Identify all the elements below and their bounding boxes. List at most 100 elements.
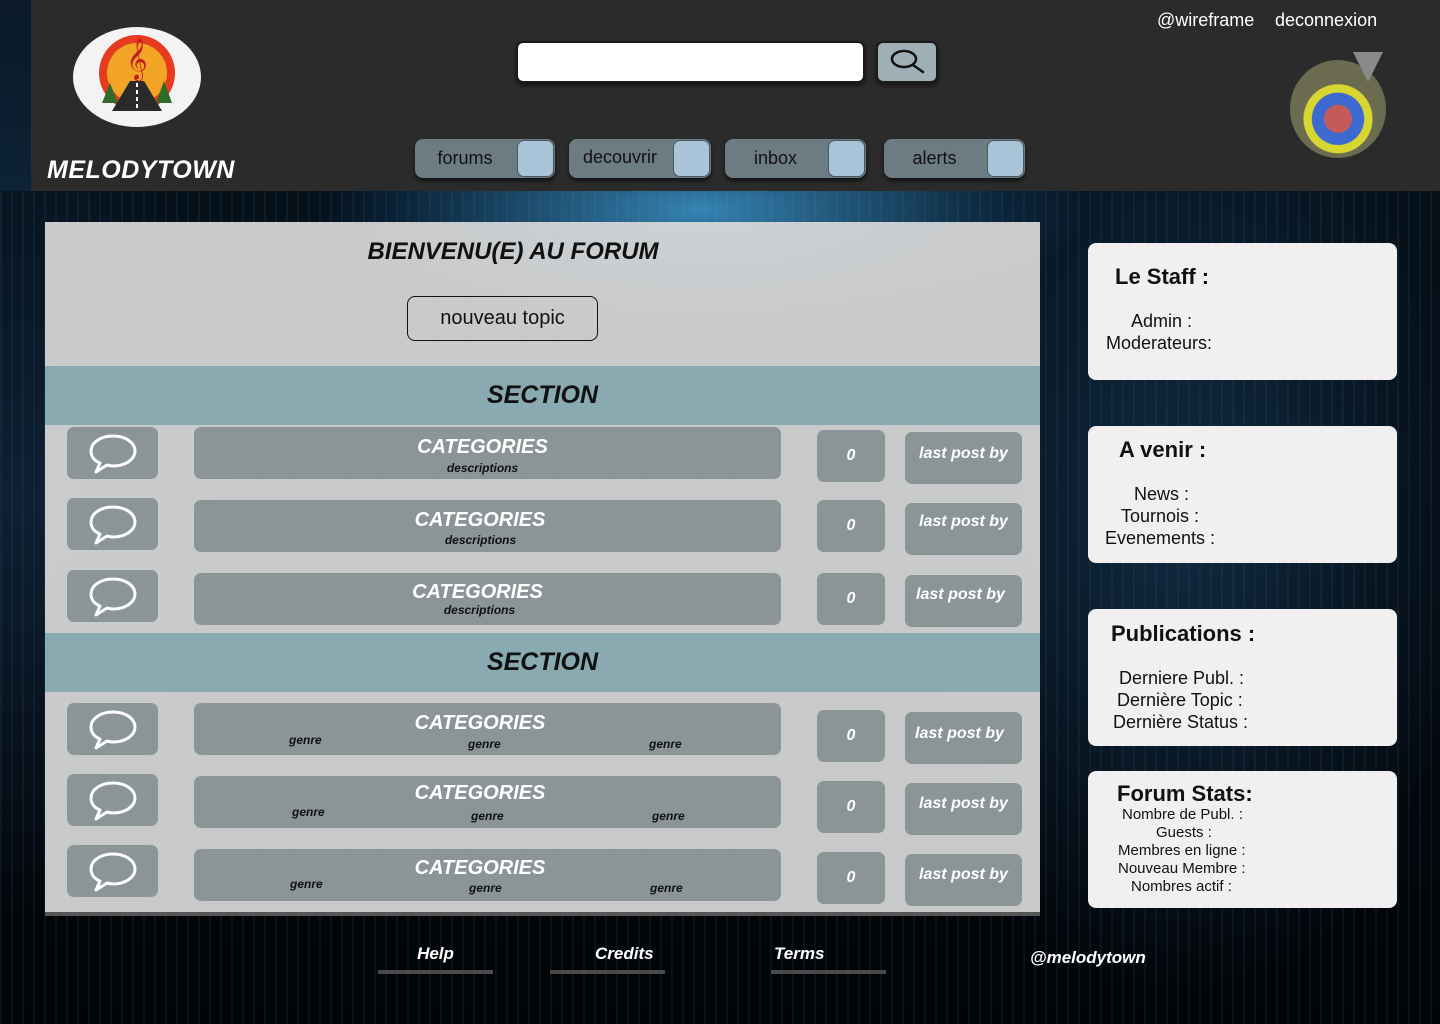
nav-tab-forums[interactable]: forums	[415, 139, 555, 178]
category-title: CATEGORIES	[414, 712, 546, 734]
forum-panel: BIENVENU(E) AU FORUM nouveau topic SECTI…	[45, 222, 1040, 916]
category-description: descriptions	[446, 461, 519, 475]
genre-tag: genre	[469, 881, 502, 895]
speech-bubble-icon	[89, 505, 136, 545]
row-icon-button[interactable]	[67, 427, 158, 479]
nav-tab-label: alerts	[912, 148, 957, 168]
last-post-tile[interactable]: last post by	[905, 503, 1022, 555]
nav-tab-label: inbox	[753, 148, 798, 168]
category-tile[interactable]: CATEGORIES genre genre genre	[194, 776, 781, 828]
card-title: Publications :	[1111, 621, 1256, 646]
row-icon-button[interactable]	[67, 498, 158, 550]
panel-bottom-border	[45, 912, 1040, 916]
username-link[interactable]: @wireframe	[1157, 10, 1254, 31]
search-button[interactable]	[876, 41, 938, 83]
music-road-logo: 𝄞	[99, 35, 175, 111]
forum-row: CATEGORIES descriptions 0 last post by	[45, 498, 1040, 555]
upcoming-card: A venir : News : Tournois : Evenements :	[1088, 426, 1397, 563]
forum-row: CATEGORIES genre genre genre 0 last post…	[45, 774, 1040, 835]
card-title: Le Staff :	[1115, 264, 1210, 289]
speech-bubble-icon	[89, 434, 136, 474]
last-post-tile[interactable]: last post by	[905, 783, 1022, 835]
last-post-tile[interactable]: last post by	[905, 432, 1022, 484]
nav-tab-decouvrir[interactable]: decouvrir	[569, 139, 711, 178]
search-input[interactable]	[516, 41, 865, 83]
card-line: Guests :	[1156, 824, 1212, 841]
post-count: 0	[817, 710, 885, 762]
category-description: descriptions	[444, 533, 517, 547]
row-icon-button[interactable]	[67, 570, 158, 622]
speech-bubble-icon	[89, 710, 136, 750]
last-post-tile[interactable]: last post by	[905, 854, 1022, 906]
post-count: 0	[817, 500, 885, 552]
category-tile[interactable]: CATEGORIES descriptions	[194, 573, 781, 625]
category-title: CATEGORIES	[417, 436, 548, 458]
card-title: A venir :	[1119, 437, 1207, 462]
genre-tag: genre	[292, 805, 325, 819]
genre-tag: genre	[652, 809, 685, 823]
last-post-tile[interactable]: last post by	[905, 712, 1022, 764]
genre-tag: genre	[650, 881, 683, 895]
card-line: Evenements :	[1105, 528, 1216, 548]
category-title: CATEGORIES	[414, 509, 546, 531]
post-count: 0	[817, 852, 885, 904]
footer-link-help[interactable]: Help	[378, 944, 493, 974]
avatar-dropdown-icon[interactable]	[1353, 52, 1383, 82]
card-line: Admin :	[1131, 311, 1193, 331]
nav-tab-label: decouvrir	[582, 147, 658, 167]
card-line: Nombre de Publ. :	[1122, 806, 1243, 823]
post-count: 0	[817, 781, 885, 833]
category-tile[interactable]: CATEGORIES genre genre genre	[194, 849, 781, 901]
speech-bubble-icon	[89, 781, 136, 821]
genre-tag: genre	[290, 877, 323, 891]
card-line: Dernière Topic :	[1117, 690, 1243, 710]
category-title: CATEGORIES	[414, 782, 546, 804]
post-count: 0	[817, 430, 885, 482]
logout-link[interactable]: deconnexion	[1275, 10, 1377, 31]
footer-link-terms[interactable]: Terms	[771, 944, 886, 974]
nav-tab-alerts[interactable]: alerts	[884, 139, 1025, 178]
row-icon-button[interactable]	[67, 774, 158, 826]
card-line: Derniere Publ. :	[1119, 668, 1245, 688]
genre-tag: genre	[471, 809, 504, 823]
forum-row: CATEGORIES descriptions 0 last post by	[45, 427, 1040, 484]
new-topic-button[interactable]: nouveau topic	[407, 296, 598, 341]
category-tile[interactable]: CATEGORIES descriptions	[194, 500, 781, 552]
site-logo[interactable]: 𝄞	[73, 27, 201, 127]
category-title: CATEGORIES	[414, 857, 546, 879]
row-icon-button[interactable]	[67, 845, 158, 897]
card-line: Tournois :	[1121, 506, 1200, 526]
nav-tab-inbox[interactable]: inbox	[725, 139, 866, 178]
brand-name: MELODYTOWN	[47, 156, 235, 184]
forum-row: CATEGORIES genre genre genre 0 last post…	[45, 845, 1040, 906]
genre-tag: genre	[289, 733, 322, 747]
row-icon-button[interactable]	[67, 703, 158, 755]
magnifier-icon	[890, 49, 925, 74]
speech-bubble-icon	[89, 852, 136, 892]
nav-tab-label: forums	[437, 148, 493, 168]
stats-card: Forum Stats: Nombre de Publ. : Guests : …	[1088, 771, 1397, 908]
category-tile[interactable]: CATEGORIES genre genre genre	[194, 703, 781, 755]
nav-tab-square	[673, 140, 710, 177]
card-line: Moderateurs:	[1106, 333, 1213, 353]
nav-tab-square	[517, 140, 554, 177]
post-count: 0	[817, 573, 885, 625]
card-line: Dernière Status :	[1113, 712, 1249, 732]
card-line: Membres en ligne :	[1118, 842, 1246, 859]
forum-row: CATEGORIES genre genre genre 0 last post…	[45, 703, 1040, 764]
svg-text:𝄞: 𝄞	[126, 38, 147, 81]
publications-card: Publications : Derniere Publ. : Dernière…	[1088, 609, 1397, 746]
card-line: Nouveau Membre :	[1118, 860, 1246, 877]
forum-row: CATEGORIES descriptions 0 last post by	[45, 570, 1040, 627]
category-tile[interactable]: CATEGORIES descriptions	[194, 427, 781, 479]
nav-tab-square	[987, 140, 1024, 177]
last-post-tile[interactable]: last post by	[905, 575, 1022, 627]
section-header: SECTION	[45, 366, 1040, 425]
section-header: SECTION	[45, 633, 1040, 692]
page-title: BIENVENU(E) AU FORUM	[367, 238, 659, 265]
speech-bubble-icon	[89, 577, 136, 617]
footer-link-credits[interactable]: Credits	[550, 944, 665, 974]
genre-tag: genre	[468, 737, 501, 751]
card-title: Forum Stats:	[1117, 781, 1253, 806]
genre-tag: genre	[649, 737, 682, 751]
